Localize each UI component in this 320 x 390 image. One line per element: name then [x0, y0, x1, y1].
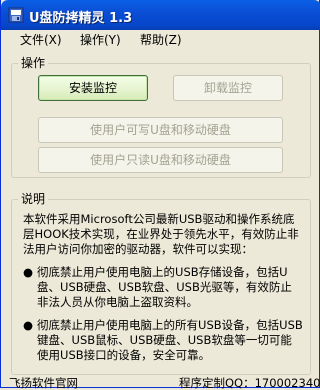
- install-monitor-button[interactable]: 安装监控: [38, 75, 148, 101]
- allow-write-button[interactable]: 使用户可写U盘和移动硬盘: [38, 117, 283, 143]
- bullet-text: 彻底禁止用户使用电脑上的USB存储设备，包括U盘、USB硬盘、USB软盘、USB…: [37, 265, 292, 309]
- app-window: U盘防拷精灵 1.3 文件(X) 操作(Y) 帮助(Z) 操作 安装监控 卸载监…: [0, 0, 320, 390]
- description-text: 本软件采用Microsoft公司最新USB驱动和操作系统底层HOOK技术实现，在…: [23, 212, 303, 371]
- description-intro: 本软件采用Microsoft公司最新USB驱动和操作系统底层HOOK技术实现，在…: [23, 212, 299, 256]
- description-bullet: ● 彻底禁止用户使用电脑上的USB存储设备，包括U盘、USB硬盘、USB软盘、U…: [23, 265, 303, 310]
- menu-operation[interactable]: 操作(Y): [78, 32, 123, 48]
- operations-group-label: 操作: [18, 56, 49, 70]
- menu-help[interactable]: 帮助(Z): [138, 32, 184, 48]
- description-group-label: 说明: [18, 192, 49, 206]
- uninstall-monitor-button[interactable]: 卸载监控: [173, 75, 283, 101]
- bullet-text: 彻底禁止用户使用电脑上的所有USB设备，包括USB键盘、USB鼠标、USB硬盘、…: [37, 318, 303, 362]
- description-bullet: ● 彻底禁止用户使用电脑上的所有USB设备，包括USB键盘、USB鼠标、USB硬…: [23, 318, 303, 363]
- window-title: U盘防拷精灵 1.3: [29, 11, 133, 26]
- title-bar[interactable]: U盘防拷精灵 1.3: [1, 0, 320, 30]
- read-only-button[interactable]: 使用户只读U盘和移动硬盘: [38, 147, 283, 173]
- usb-drive-icon: [8, 7, 24, 23]
- menu-file[interactable]: 文件(X): [18, 32, 64, 48]
- bullet-icon: ●: [23, 265, 34, 279]
- menu-bar: 文件(X) 操作(Y) 帮助(Z): [1, 30, 319, 50]
- bullet-icon: ●: [23, 318, 34, 332]
